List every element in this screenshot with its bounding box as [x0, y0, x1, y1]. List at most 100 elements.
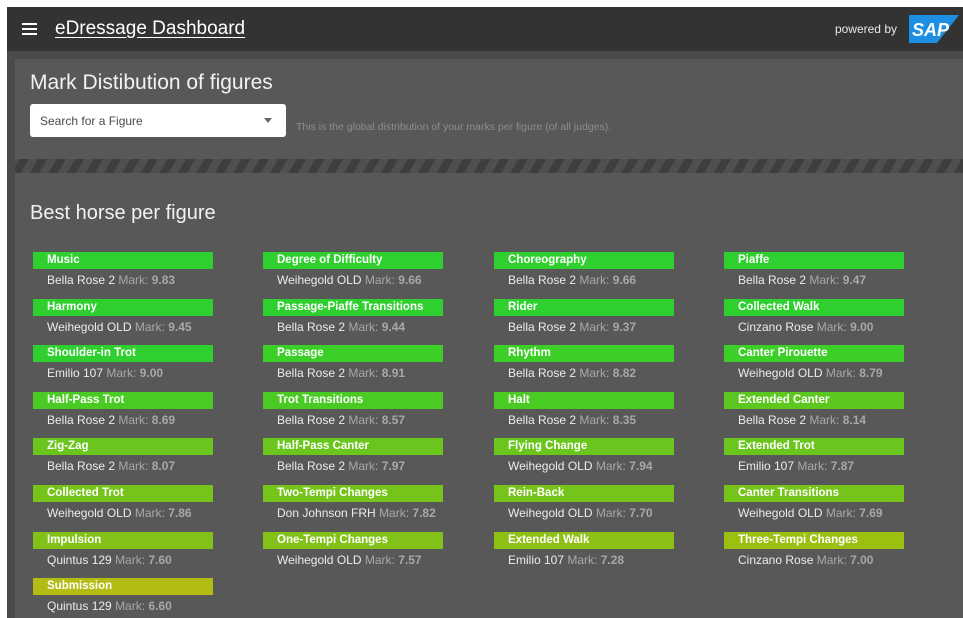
figure-best-horse-line: Weihegold OLD Mark: 7.86: [33, 506, 273, 520]
mark-value: 9.47: [842, 273, 867, 287]
figure-item: Rhythm Bella Rose 2 Mark: 8.82: [494, 345, 734, 389]
mark-label: Mark:: [134, 506, 165, 520]
mark-label: Mark:: [118, 273, 149, 287]
mark-value: 9.44: [381, 319, 406, 334]
figure-best-horse-line: Bella Rose 2 Mark: 8.82: [494, 366, 734, 380]
figure-item: Two-Tempi Changes Don Johnson FRH Mark: 7…: [263, 485, 503, 529]
figure-best-horse-line: Bella Rose 2 Mark: 8.57: [263, 413, 503, 427]
mark-value: 9.00: [850, 319, 874, 334]
mark-label: Mark:: [816, 319, 847, 334]
distribution-title: Mark Distibution of figures: [30, 71, 273, 94]
horse-name: Bella Rose 2: [508, 366, 577, 381]
horse-name: Bella Rose 2: [508, 319, 577, 334]
horse-name: Weihegold OLD: [47, 319, 132, 334]
figure-name-label: Extended Walk: [494, 531, 674, 549]
mark-value: 9.37: [612, 319, 637, 334]
mark-label: Mark:: [118, 459, 149, 474]
mark-label: Mark:: [595, 459, 626, 474]
figure-item: Canter Pirouette Weihegold OLD Mark: 8.79: [724, 345, 963, 389]
horse-name: Weihegold OLD: [277, 552, 362, 567]
hamburger-menu-icon[interactable]: [19, 17, 43, 41]
figure-name-label: Harmony: [33, 298, 213, 316]
mark-label: Mark:: [348, 459, 379, 474]
figure-best-horse-line: Weihegold OLD Mark: 9.66: [263, 273, 503, 287]
figure-best-horse-line: Bella Rose 2 Mark: 9.66: [494, 273, 734, 287]
mark-value: 7.57: [398, 552, 422, 567]
figure-best-horse-line: Bella Rose 2 Mark: 8.69: [33, 413, 273, 427]
figure-item: Passage-Piaffe Transitions Bella Rose 2 M…: [263, 298, 503, 343]
figure-name-label: Extended Canter: [724, 391, 904, 409]
figure-item: Submission Quintus 129 Mark: 6.60: [33, 578, 273, 618]
figure-name-label: Choreography: [494, 252, 674, 269]
mark-label: Mark:: [379, 506, 410, 520]
mark-value: 8.69: [151, 412, 176, 427]
horse-name: Weihegold OLD: [738, 366, 823, 381]
horse-name: Bella Rose 2: [277, 459, 346, 474]
horse-name: Emilio 107: [47, 366, 104, 381]
horse-name: Bella Rose 2: [277, 319, 346, 334]
figure-best-horse-line: Emilio 107 Mark: 7.28: [494, 553, 734, 567]
figure-item: Shoulder-in Trot Emilio 107 Mark: 9.00: [33, 345, 273, 389]
mark-label: Mark:: [816, 552, 847, 567]
mark-value: 7.60: [148, 552, 172, 567]
mark-value: 7.70: [629, 506, 653, 520]
mark-value: 8.57: [381, 412, 406, 427]
figure-item: Harmony Weihegold OLD Mark: 9.45: [33, 298, 273, 343]
figure-best-horse-line: Weihegold OLD Mark: 7.57: [263, 553, 503, 567]
mark-value: 7.69: [859, 506, 883, 520]
figure-name-label: Trot Transitions: [263, 391, 443, 409]
figure-item: Piaffe Bella Rose 2 Mark: 9.47: [724, 252, 963, 296]
figure-best-horse-line: Weihegold OLD Mark: 9.45: [33, 320, 273, 334]
horse-name: Bella Rose 2: [47, 459, 116, 474]
horse-name: Quintus 129: [47, 599, 112, 614]
mark-value: 8.14: [842, 412, 867, 427]
figure-best-horse-line: Bella Rose 2 Mark: 7.97: [263, 459, 503, 473]
figure-best-horse-line: Weihegold OLD Mark: 7.70: [494, 506, 734, 520]
mark-label: Mark:: [579, 412, 610, 427]
figure-item: Collected Trot Weihegold OLD Mark: 7.86: [33, 485, 273, 529]
horse-name: Bella Rose 2: [47, 273, 116, 287]
mark-value: 7.28: [600, 552, 625, 567]
distribution-hint: This is the global distribution of your …: [296, 121, 612, 133]
horse-name: Bella Rose 2: [508, 412, 577, 427]
mark-value: 8.35: [612, 412, 637, 427]
mark-label: Mark:: [134, 319, 165, 334]
mark-label: Mark:: [118, 412, 149, 427]
figure-name-label: Canter Transitions: [724, 485, 904, 502]
horse-name: Don Johnson FRH: [277, 506, 376, 520]
mark-label: Mark:: [579, 319, 610, 334]
figure-search-select[interactable]: Search for a Figure: [30, 104, 286, 137]
figure-name-label: Half-Pass Canter: [263, 438, 443, 456]
mark-label: Mark:: [115, 552, 146, 567]
mark-value: 9.00: [139, 366, 164, 381]
mark-value: 9.83: [151, 273, 176, 287]
dropdown-caret-icon[interactable]: [264, 118, 272, 123]
figure-best-horse-line: Bella Rose 2 Mark: 9.83: [33, 273, 273, 287]
figure-item: Extended Trot Emilio 107 Mark: 7.87: [724, 438, 963, 482]
mark-value: 7.94: [629, 459, 653, 474]
figure-best-horse-line: Quintus 129 Mark: 7.60: [33, 553, 273, 567]
mark-label: Mark:: [579, 366, 610, 381]
figure-name-label: Passage: [263, 345, 443, 363]
mark-value: 7.86: [168, 506, 192, 520]
mark-label: Mark:: [567, 552, 598, 567]
figure-item: Flying Change Weihegold OLD Mark: 7.94: [494, 438, 734, 482]
figure-best-horse-line: Emilio 107 Mark: 9.00: [33, 366, 273, 380]
figure-best-horse-line: Bella Rose 2 Mark: 8.14: [724, 413, 963, 427]
figure-best-horse-line: Don Johnson FRH Mark: 7.82: [263, 506, 503, 520]
figure-item: Halt Bella Rose 2 Mark: 8.35: [494, 391, 734, 436]
figure-item: Passage Bella Rose 2 Mark: 8.91: [263, 345, 503, 389]
top-bar: eDressage Dashboard powered by SAP: [7, 7, 963, 51]
figure-best-horse-line: Bella Rose 2 Mark: 8.35: [494, 413, 734, 427]
figure-item: Impulsion Quintus 129 Mark: 7.60: [33, 531, 273, 576]
app-title-link[interactable]: eDressage Dashboard: [55, 18, 245, 40]
horse-name: Quintus 129: [47, 552, 112, 567]
mark-label: Mark:: [364, 552, 395, 567]
figure-name-label: Halt: [494, 391, 674, 409]
horse-name: Weihegold OLD: [277, 273, 362, 287]
figure-name-label: Passage-Piaffe Transitions: [263, 298, 443, 316]
mark-value: 8.07: [151, 459, 176, 474]
figure-name-label: Rhythm: [494, 345, 674, 363]
horse-name: Bella Rose 2: [277, 412, 346, 427]
figure-name-label: Impulsion: [33, 531, 213, 549]
